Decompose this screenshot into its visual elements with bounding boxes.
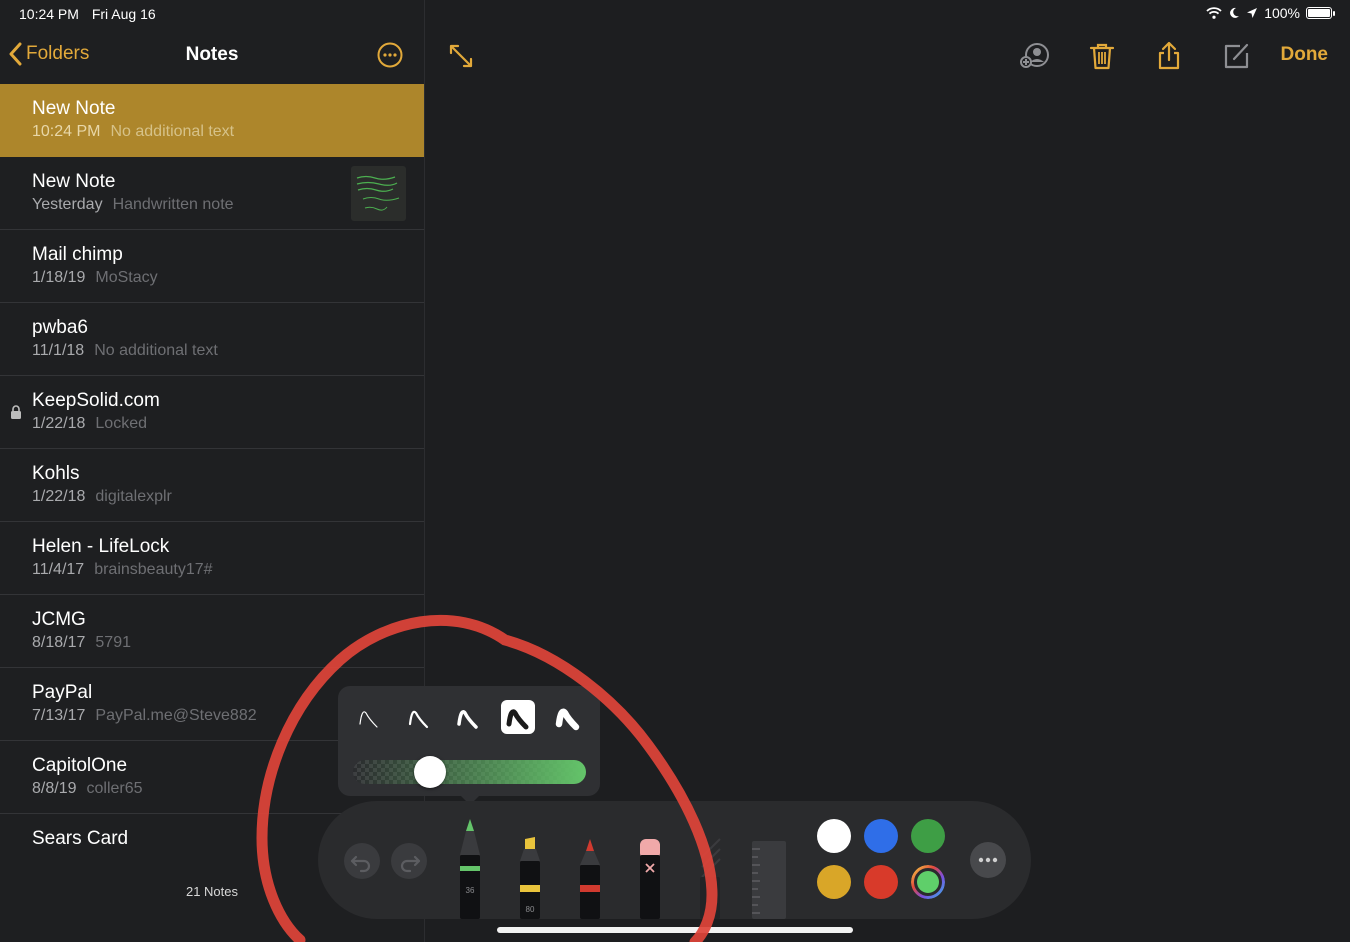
note-meta: 8/18/17 5791 bbox=[32, 634, 131, 652]
pen-tool[interactable]: 36 bbox=[456, 817, 484, 919]
note-date: 8/18/17 bbox=[32, 634, 86, 651]
note-meta: 11/4/17 brainsbeauty17# bbox=[32, 561, 213, 579]
status-date: Fri Aug 16 bbox=[91, 6, 156, 22]
note-preview: No additional text bbox=[94, 342, 218, 359]
note-title: Mail chimp bbox=[32, 244, 123, 265]
note-preview: digitalexplr bbox=[95, 488, 172, 505]
status-time: 10:24 PM bbox=[19, 6, 79, 22]
note-title: KeepSolid.com bbox=[32, 390, 160, 411]
expand-icon[interactable] bbox=[445, 40, 477, 72]
opacity-gradient bbox=[353, 760, 586, 784]
note-title: New Note bbox=[32, 98, 116, 119]
marker-size-label: 80 bbox=[526, 905, 535, 914]
note-meta: 10:24 PM No additional text bbox=[32, 123, 234, 141]
note-item[interactable]: KeepSolid.com 1/22/18 Locked bbox=[0, 376, 424, 449]
lock-icon bbox=[11, 405, 21, 419]
location-arrow-icon bbox=[1247, 8, 1258, 18]
battery-icon bbox=[1306, 7, 1335, 19]
notes-sidebar: 10:24 PM Fri Aug 16 Folders Notes New No… bbox=[0, 0, 425, 942]
note-meta: Yesterday Handwritten note bbox=[32, 196, 234, 214]
custom-color-picker-icon[interactable] bbox=[911, 865, 945, 899]
color-swatch-yellow[interactable] bbox=[817, 865, 851, 899]
marker-tool[interactable]: 80 bbox=[516, 837, 544, 919]
markup-toolbar: 36 80 bbox=[318, 801, 1031, 919]
lasso-tool[interactable] bbox=[696, 837, 724, 919]
note-item[interactable]: pwba6 11/1/18 No additional text bbox=[0, 303, 424, 376]
color-swatch-white[interactable] bbox=[817, 819, 851, 853]
page-title: Notes bbox=[185, 44, 239, 65]
undo-button[interactable] bbox=[344, 843, 380, 879]
note-preview: 5791 bbox=[95, 634, 131, 651]
ruler-tool[interactable] bbox=[750, 839, 788, 919]
note-title: CapitolOne bbox=[32, 755, 128, 776]
note-meta: 11/1/18 No additional text bbox=[32, 342, 218, 360]
note-item[interactable]: Kohls 1/22/18 digitalexplr bbox=[0, 449, 424, 522]
note-title: Kohls bbox=[32, 463, 80, 484]
note-date: 11/1/18 bbox=[32, 342, 85, 359]
note-preview: Handwritten note bbox=[112, 196, 234, 213]
collaborate-icon[interactable] bbox=[1019, 40, 1051, 72]
note-meta: 1/18/19 MoStacy bbox=[32, 269, 158, 287]
note-preview: coller65 bbox=[86, 780, 143, 797]
note-date: Yesterday bbox=[32, 196, 103, 213]
trash-icon[interactable] bbox=[1086, 40, 1118, 72]
opacity-slider[interactable] bbox=[353, 760, 586, 784]
redo-button[interactable] bbox=[391, 843, 427, 879]
thickness-option[interactable] bbox=[551, 700, 585, 734]
note-item[interactable]: New Note 10:24 PM No additional text bbox=[0, 84, 424, 157]
note-date: 1/22/18 bbox=[32, 415, 86, 432]
battery-percent: 100% bbox=[1264, 5, 1300, 21]
thickness-option[interactable] bbox=[451, 700, 485, 734]
wifi-icon bbox=[1206, 7, 1222, 19]
note-date: 1/22/18 bbox=[32, 488, 86, 505]
note-date: 11/4/17 bbox=[32, 561, 85, 578]
note-title: PayPal bbox=[32, 682, 93, 703]
note-title: Sears Card bbox=[32, 828, 129, 849]
note-meta: 1/22/18 digitalexplr bbox=[32, 488, 172, 506]
note-title: pwba6 bbox=[32, 317, 88, 338]
note-title: New Note bbox=[32, 171, 116, 192]
pen-options-popup bbox=[338, 686, 600, 805]
color-swatch-red[interactable] bbox=[864, 865, 898, 899]
note-title: JCMG bbox=[32, 609, 86, 630]
note-date: 8/8/19 bbox=[32, 780, 77, 797]
note-preview: MoStacy bbox=[95, 269, 158, 286]
thickness-option[interactable] bbox=[352, 700, 386, 734]
note-date: 10:24 PM bbox=[32, 123, 101, 140]
more-options-icon[interactable] bbox=[377, 42, 403, 68]
color-swatch-blue[interactable] bbox=[864, 819, 898, 853]
more-tools-icon[interactable] bbox=[970, 842, 1006, 878]
note-meta: 7/13/17 PayPal.me@Steve882 bbox=[32, 707, 257, 725]
moon-icon bbox=[1230, 7, 1240, 18]
pen-size-label: 36 bbox=[466, 886, 475, 895]
pencil-tool[interactable] bbox=[576, 837, 604, 919]
color-swatch-green[interactable] bbox=[911, 819, 945, 853]
note-item[interactable]: JCMG 8/18/17 5791 bbox=[0, 595, 424, 668]
status-time-date: 10:24 PM Fri Aug 16 bbox=[19, 6, 165, 22]
note-date: 7/13/17 bbox=[32, 707, 86, 724]
opacity-slider-thumb[interactable] bbox=[413, 756, 446, 788]
note-item[interactable]: New Note Yesterday Handwritten note bbox=[0, 157, 424, 230]
thickness-option[interactable] bbox=[402, 700, 436, 734]
home-indicator[interactable] bbox=[497, 927, 853, 933]
compose-icon[interactable] bbox=[1220, 40, 1252, 72]
note-meta: 8/8/19 coller65 bbox=[32, 780, 143, 798]
note-item[interactable]: Mail chimp 1/18/19 MoStacy bbox=[0, 230, 424, 303]
note-preview: Locked bbox=[95, 415, 147, 432]
note-preview: No additional text bbox=[110, 123, 235, 140]
note-date: 1/18/19 bbox=[32, 269, 86, 286]
note-preview: PayPal.me@Steve882 bbox=[95, 707, 257, 724]
share-icon[interactable] bbox=[1153, 40, 1185, 72]
note-item[interactable]: Helen - LifeLock 11/4/17 brainsbeauty17# bbox=[0, 522, 424, 595]
done-button[interactable]: Done bbox=[1281, 44, 1329, 66]
eraser-tool[interactable] bbox=[636, 837, 664, 919]
note-preview: brainsbeauty17# bbox=[94, 561, 213, 578]
note-title: Helen - LifeLock bbox=[32, 536, 170, 557]
note-thumbnail bbox=[351, 166, 406, 221]
status-indicators: 100% bbox=[1206, 5, 1335, 21]
note-meta: 1/22/18 Locked bbox=[32, 415, 147, 433]
thickness-option-selected[interactable] bbox=[501, 700, 535, 734]
